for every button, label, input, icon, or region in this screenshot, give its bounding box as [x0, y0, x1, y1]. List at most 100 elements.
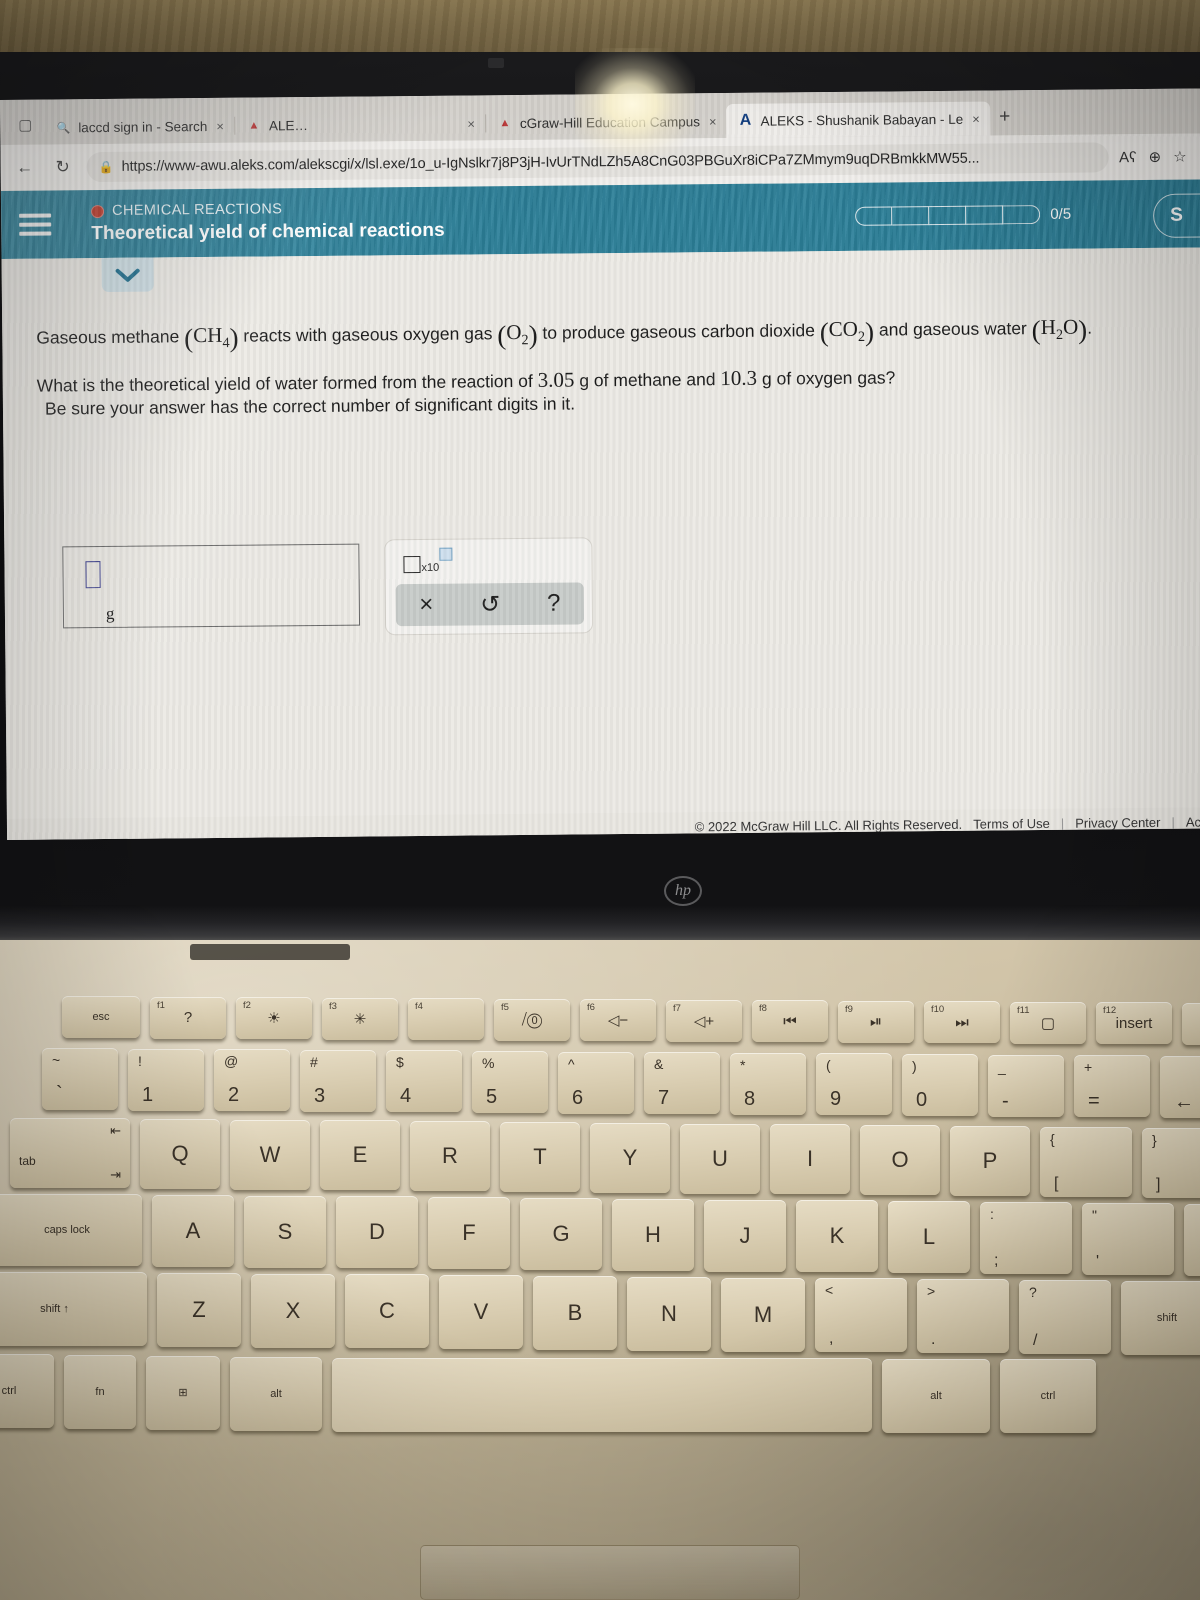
key-[interactable]: >. [917, 1279, 1009, 1354]
key-=[interactable]: + = [1074, 1055, 1150, 1118]
close-icon[interactable]: × [970, 111, 982, 126]
close-icon[interactable]: × [465, 116, 477, 131]
key-f[interactable]: F [428, 1197, 510, 1270]
answer-input[interactable]: g [62, 543, 361, 629]
key-[interactable]: ? / [1019, 1280, 1111, 1354]
key-`[interactable]: ~ ` [42, 1048, 118, 1110]
key-f5[interactable]: f5 ⧸⓪ [494, 998, 570, 1041]
hamburger-icon[interactable] [7, 213, 63, 236]
key-f10[interactable]: f10 ⏭ [924, 1001, 1000, 1043]
browser-tab-2[interactable]: ▲ cGraw-Hill Education Campus × [486, 104, 727, 140]
close-icon[interactable]: × [707, 114, 719, 129]
key-f12[interactable]: f12 insert [1096, 1002, 1172, 1044]
privacy-center-link[interactable]: Privacy Center [1075, 814, 1160, 830]
key-9[interactable]: (9 [816, 1053, 892, 1116]
key-1[interactable]: ! 1 [128, 1048, 204, 1111]
key-[interactable]: :; [980, 1202, 1072, 1274]
key-g[interactable]: G [520, 1198, 602, 1270]
key-j[interactable]: J [704, 1199, 786, 1272]
key-4[interactable]: $4 [386, 1050, 462, 1113]
key-alt[interactable]: alt [230, 1356, 322, 1431]
key-s[interactable]: S [244, 1195, 326, 1268]
undo-icon[interactable]: ↺ [480, 590, 500, 619]
key-f8[interactable]: f8 ⏮ [752, 1000, 828, 1042]
key-q[interactable]: Q [140, 1118, 220, 1189]
read-aloud-icon[interactable]: Aʕ [1119, 149, 1137, 166]
key-ctrl[interactable]: ctrl [0, 1354, 54, 1428]
panel-expander[interactable] [101, 257, 154, 293]
key-[interactable]: }] [1142, 1127, 1200, 1198]
key-tab[interactable]: tab ⇤ ⇥ [10, 1118, 130, 1188]
key-[interactable]: {[ [1040, 1126, 1132, 1197]
key-capslock[interactable]: caps lock [0, 1194, 142, 1266]
key-n[interactable]: N [627, 1276, 711, 1351]
key-5[interactable]: % 5 [472, 1051, 548, 1113]
key-shift[interactable]: shift ↑ [0, 1272, 147, 1346]
key-7[interactable]: & 7 [644, 1052, 720, 1115]
key-8[interactable]: * 8 [730, 1052, 806, 1115]
key-3[interactable]: #3 [300, 1049, 376, 1112]
favorites-icon[interactable]: ☆ [1173, 148, 1187, 166]
key-space[interactable] [332, 1357, 872, 1432]
touchpad[interactable] [420, 1545, 800, 1600]
key-u[interactable]: U [680, 1123, 760, 1194]
key-fn[interactable]: fn [64, 1354, 136, 1429]
account-button[interactable]: S [1152, 193, 1200, 238]
key-w[interactable]: W [230, 1119, 310, 1190]
help-icon[interactable]: ? [547, 590, 561, 618]
zoom-icon[interactable]: ⊕ [1148, 148, 1161, 166]
key-z[interactable]: Z [157, 1272, 241, 1347]
browser-tab-0[interactable]: 🔍 laccd sign in - Search × [44, 109, 234, 145]
tab-overview-icon[interactable]: ▢ [12, 111, 38, 139]
browser-tab-1[interactable]: ▲ ALEKS × [235, 106, 485, 142]
key-←[interactable]: ← [1160, 1055, 1200, 1118]
terms-of-use-link[interactable]: Terms of Use [973, 815, 1050, 831]
accessibility-link[interactable]: Ac [1186, 814, 1200, 829]
key-k[interactable]: K [796, 1200, 878, 1273]
key-shift[interactable]: shift [1121, 1280, 1200, 1355]
key-[interactable]: ⊞ [146, 1355, 220, 1430]
url-input[interactable]: 🔒 https://www-awu.aleks.com/alekscgi/x/l… [86, 142, 1110, 183]
key-p[interactable]: P [950, 1126, 1030, 1196]
key-x[interactable]: X [251, 1273, 335, 1348]
key-6[interactable]: ^ 6 [558, 1051, 634, 1114]
clear-icon[interactable]: × [419, 591, 433, 619]
key-f4[interactable]: f4 [408, 998, 484, 1040]
key-[interactable]: <, [815, 1278, 907, 1353]
answer-placeholder-box[interactable] [85, 561, 101, 589]
key-esc[interactable]: esc [62, 996, 140, 1038]
key-v[interactable]: V [439, 1275, 523, 1350]
key-l[interactable]: L [888, 1201, 970, 1274]
key-f3[interactable]: f3 ✳ [322, 997, 398, 1040]
key-e[interactable]: E [320, 1120, 400, 1191]
key-m[interactable]: M [721, 1277, 805, 1352]
key-b[interactable]: B [533, 1276, 617, 1350]
key-blank[interactable]: prt sc [1182, 1002, 1200, 1045]
key-f7[interactable]: f7 ◁+ [666, 999, 742, 1042]
back-button[interactable]: ← [11, 154, 39, 182]
key-f6[interactable]: f6 ◁− [580, 999, 656, 1041]
key-alt[interactable]: alt [882, 1358, 990, 1433]
key-y[interactable]: Y [590, 1122, 670, 1193]
key-enter[interactable]: enter [1184, 1203, 1200, 1276]
key-2[interactable]: @2 [214, 1049, 290, 1112]
key-f2[interactable]: f2 ☀ [236, 997, 312, 1039]
refresh-button[interactable]: ↻ [49, 153, 77, 181]
key-i[interactable]: I [770, 1124, 850, 1195]
key-d[interactable]: D [336, 1196, 418, 1269]
key-f11[interactable]: f11 ▢ [1010, 1001, 1086, 1044]
key-h[interactable]: H [612, 1198, 694, 1271]
key-c[interactable]: C [345, 1274, 429, 1349]
scientific-notation-button[interactable]: x10 [403, 547, 453, 574]
key-r[interactable]: R [410, 1121, 490, 1192]
browser-tab-3[interactable]: A ALEKS - Shushanik Babayan - Le × [726, 101, 990, 139]
key-f9[interactable]: f9 ⏯ [838, 1000, 914, 1043]
close-icon[interactable]: × [214, 118, 226, 133]
key-0[interactable]: ) 0 [902, 1054, 978, 1116]
key-o[interactable]: O [860, 1125, 940, 1196]
key-ctrl[interactable]: ctrl [1000, 1359, 1096, 1434]
key-f1[interactable]: f1? [150, 996, 226, 1039]
key-a[interactable]: A [152, 1194, 234, 1267]
key--[interactable]: _ - [988, 1054, 1064, 1117]
new-tab-button[interactable]: + [990, 102, 1020, 132]
